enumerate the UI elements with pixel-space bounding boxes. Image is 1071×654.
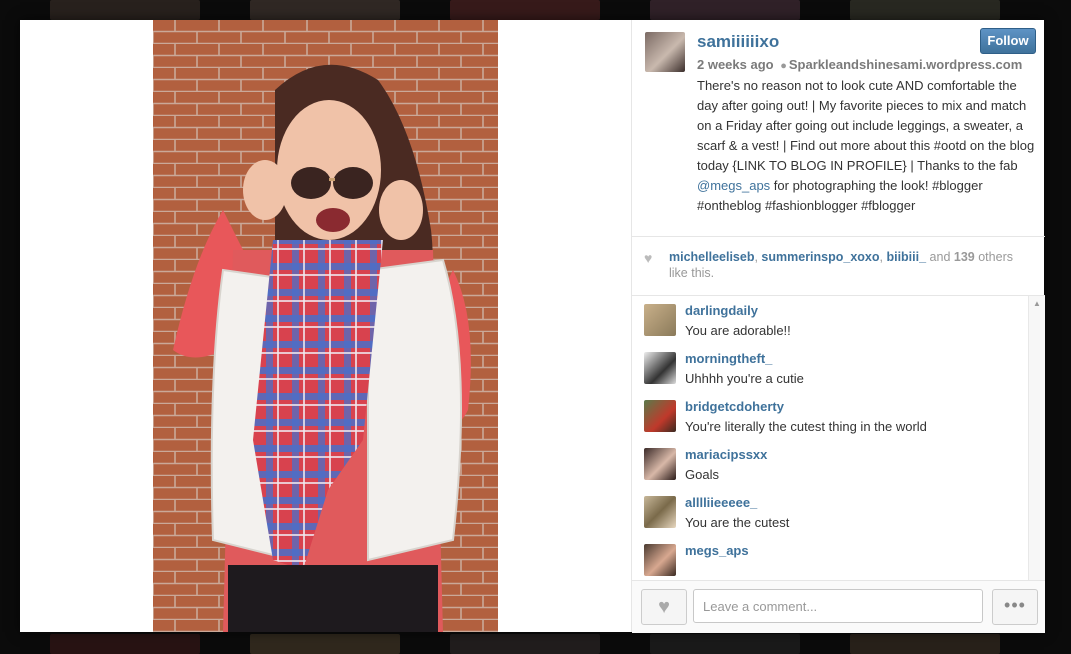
comment-item: megs_aps	[644, 536, 1024, 576]
likes-and: and	[929, 250, 951, 264]
comment-text: You are adorable!!	[685, 323, 791, 338]
commenter-username[interactable]: alllliieeeee_	[685, 495, 757, 510]
comment-item: alllliieeeee_ You are the cutest	[644, 488, 1024, 530]
commenter-avatar[interactable]	[644, 544, 676, 576]
leggings	[228, 565, 438, 632]
commenter-avatar[interactable]	[644, 448, 676, 480]
post-photo[interactable]	[153, 20, 498, 632]
comment-item: darlingdaily You are adorable!!	[644, 296, 1024, 338]
post-footer: ♥ •••	[632, 580, 1045, 633]
scroll-up-icon[interactable]: ▲	[1033, 299, 1041, 308]
heart-icon: ♥	[658, 596, 670, 618]
photo-area	[20, 20, 631, 632]
author-avatar[interactable]	[645, 32, 685, 72]
post-caption: There's no reason not to look cute AND c…	[697, 76, 1039, 216]
commenter-username[interactable]: mariacipssxx	[685, 447, 767, 462]
comment-text: You are the cutest	[685, 515, 790, 530]
commenter-avatar[interactable]	[644, 496, 676, 528]
like-button[interactable]: ♥	[641, 589, 687, 625]
location-pin-icon: ●	[780, 60, 787, 72]
comments-scrollbar[interactable]: ▲	[1028, 296, 1045, 580]
author-username[interactable]: samiiiiiixo	[697, 32, 779, 52]
commenter-avatar[interactable]	[644, 352, 676, 384]
vest-right	[367, 258, 462, 562]
comment-item: mariacipssxx Goals	[644, 440, 1024, 482]
more-options-icon: •••	[1004, 595, 1026, 615]
commenter-username[interactable]: megs_aps	[685, 543, 749, 558]
post-modal: samiiiiiixo Follow 2 weeks ago ● Sparklea…	[20, 20, 1045, 633]
follow-button[interactable]: Follow	[980, 28, 1036, 54]
photo-illustration	[153, 20, 498, 632]
heart-icon: ♥	[644, 250, 653, 266]
comments-list: darlingdaily You are adorable!! morningt…	[632, 296, 1029, 580]
commenter-username[interactable]: bridgetcdoherty	[685, 399, 784, 414]
comment-item: morningtheft_ Uhhhh you're a cutie	[644, 344, 1024, 386]
comment-text: Goals	[685, 467, 719, 482]
post-sidebar: samiiiiiixo Follow 2 weeks ago ● Sparklea…	[631, 20, 1045, 633]
commenter-avatar[interactable]	[644, 400, 676, 432]
liker-username[interactable]: summerinspo_xoxo	[761, 250, 879, 264]
likes-section: ♥ michelleeliseb, summerinspo_xoxo, biib…	[632, 236, 1045, 296]
sunglasses-right	[333, 167, 373, 199]
comment-text: Uhhhh you're a cutie	[685, 371, 804, 386]
post-time[interactable]: 2 weeks ago	[697, 57, 774, 72]
caption-text: for photographing the look!	[770, 178, 933, 193]
caption-text: There's no reason not to look cute AND c…	[697, 78, 1035, 173]
post-header: samiiiiiixo Follow 2 weeks ago ● Sparklea…	[632, 20, 1045, 236]
likes-count[interactable]: 139	[954, 250, 975, 264]
sunglasses-bridge	[329, 178, 335, 181]
liker-username[interactable]: michelleeliseb	[669, 250, 754, 264]
mouth-shape	[316, 208, 350, 232]
caption-mention[interactable]: @megs_aps	[697, 178, 770, 193]
comment-item: bridgetcdoherty You're literally the cut…	[644, 392, 1024, 434]
commenter-username[interactable]: darlingdaily	[685, 303, 758, 318]
more-options-button[interactable]: •••	[992, 589, 1038, 625]
post-meta: 2 weeks ago ● Sparkleandshinesami.wordpre…	[697, 57, 1022, 72]
commenter-username[interactable]: morningtheft_	[685, 351, 772, 366]
liker-username[interactable]: biibiii_	[886, 250, 926, 264]
comment-input[interactable]	[693, 589, 983, 623]
left-hand	[243, 160, 287, 220]
post-location[interactable]: Sparkleandshinesami.wordpress.com	[789, 57, 1022, 72]
right-hand	[379, 180, 423, 240]
commenter-avatar[interactable]	[644, 304, 676, 336]
comment-text: You're literally the cutest thing in the…	[685, 419, 927, 434]
likes-text: michelleeliseb, summerinspo_xoxo, biibii…	[669, 250, 1013, 280]
sunglasses-left	[291, 167, 331, 199]
